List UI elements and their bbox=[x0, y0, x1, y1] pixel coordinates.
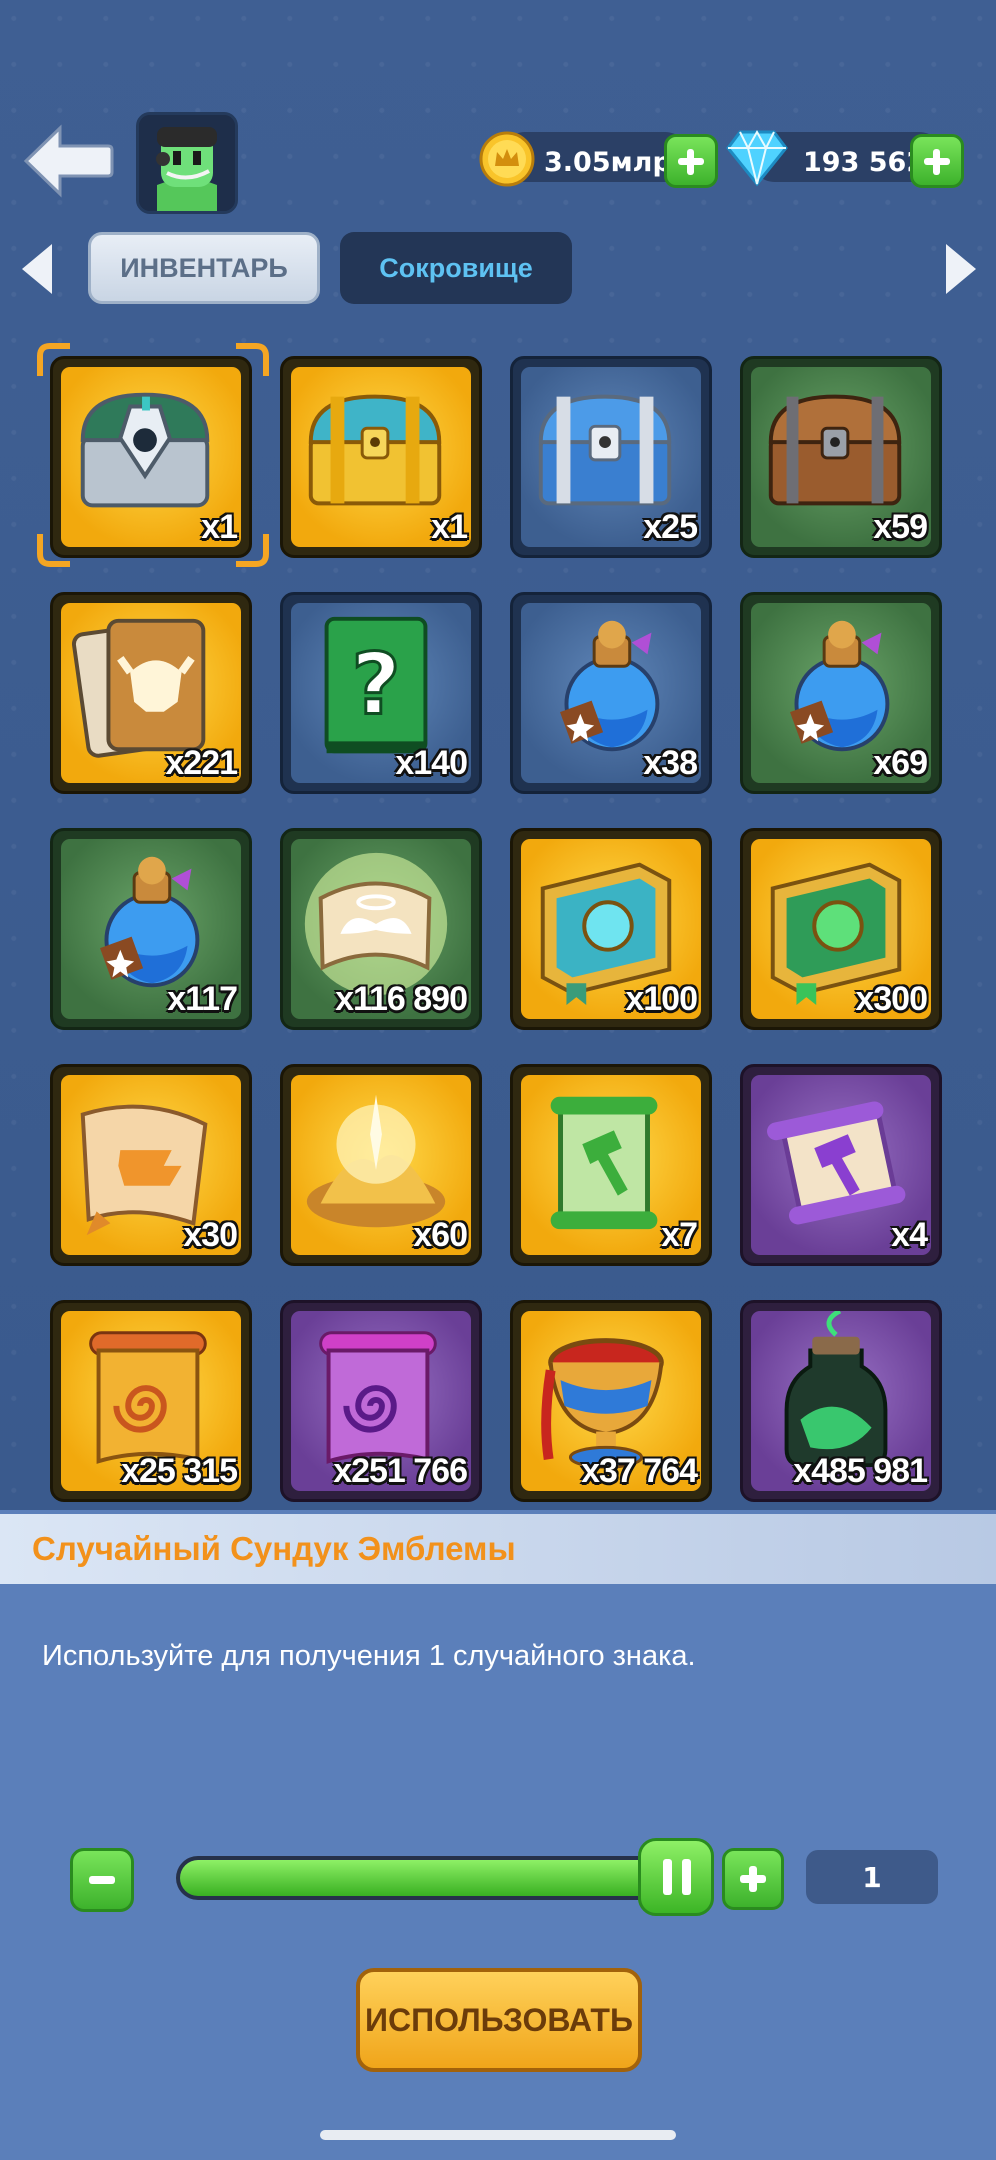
inventory-item-hammer-scroll[interactable]: x7 bbox=[510, 1064, 712, 1266]
tab-treasure[interactable]: Сокровище bbox=[340, 232, 572, 304]
inventory-item-gold-chest[interactable]: x1 bbox=[280, 356, 482, 558]
item-count: x25 315 bbox=[121, 1452, 238, 1490]
player-avatar[interactable] bbox=[136, 112, 238, 214]
item-count: x59 bbox=[873, 508, 928, 546]
inventory-item-forge-scroll[interactable]: x30 bbox=[50, 1064, 252, 1266]
inventory-item-hammer-scroll[interactable]: x4 bbox=[740, 1064, 942, 1266]
inventory-item-spiral-scroll[interactable]: x251 766 bbox=[280, 1300, 482, 1502]
item-count: x100 bbox=[625, 980, 698, 1018]
item-count: x140 bbox=[395, 744, 468, 782]
player-avatar-icon bbox=[139, 115, 235, 211]
item-count: x117 bbox=[167, 980, 238, 1018]
item-count: x69 bbox=[873, 744, 928, 782]
inventory-item-silver-chest[interactable]: x25 bbox=[510, 356, 712, 558]
increase-quantity-button[interactable] bbox=[722, 1848, 784, 1910]
inventory-item-spiral-scroll[interactable]: x25 315 bbox=[50, 1300, 252, 1502]
add-gold-button[interactable] bbox=[664, 134, 718, 188]
inventory-item-wooden-chest[interactable]: x59 bbox=[740, 356, 942, 558]
inventory-item-essence-bottle[interactable]: x485 981 bbox=[740, 1300, 942, 1502]
inventory-item-gold-dust[interactable]: x60 bbox=[280, 1064, 482, 1266]
quantity-slider-fill bbox=[180, 1860, 680, 1896]
item-count: x60 bbox=[413, 1216, 468, 1254]
tab-inventory[interactable]: ИНВЕНТАРЬ bbox=[88, 232, 320, 304]
inventory-item-emblem-chest[interactable]: x1 bbox=[50, 356, 252, 558]
item-count: x1 bbox=[431, 508, 468, 546]
quantity-slider-handle[interactable] bbox=[638, 1838, 714, 1916]
item-count: x251 766 bbox=[333, 1452, 468, 1490]
back-arrow-icon[interactable] bbox=[22, 122, 114, 200]
home-indicator bbox=[320, 2130, 676, 2140]
inventory-item-mystery-book[interactable]: ? x140 bbox=[280, 592, 482, 794]
details-description: Используйте для получения 1 случайного з… bbox=[42, 1640, 696, 1672]
item-count: x38 bbox=[643, 744, 698, 782]
inventory-item-ruby-goblet[interactable]: x37 764 bbox=[510, 1300, 712, 1502]
inventory-item-blue-tome[interactable]: x100 bbox=[510, 828, 712, 1030]
inventory-item-blue-potion[interactable]: x38 bbox=[510, 592, 712, 794]
item-count: x37 764 bbox=[581, 1452, 698, 1490]
inventory-item-hero-card[interactable]: x221 bbox=[50, 592, 252, 794]
item-count: x1 bbox=[201, 508, 238, 546]
item-count: x485 981 bbox=[793, 1452, 928, 1490]
item-count: x116 890 bbox=[335, 980, 468, 1018]
gem-value: 193 562 bbox=[803, 147, 926, 178]
item-count: x300 bbox=[855, 980, 928, 1018]
tab-next-arrow-icon[interactable] bbox=[938, 240, 982, 298]
crown-coin-icon bbox=[479, 131, 535, 187]
quantity-field[interactable]: 1 bbox=[806, 1850, 938, 1904]
details-title: Случайный Сундук Эмблемы bbox=[32, 1530, 516, 1567]
inventory-item-green-tome[interactable]: x300 bbox=[740, 828, 942, 1030]
inventory-item-angel-scroll[interactable]: x116 890 bbox=[280, 828, 482, 1030]
item-count: x30 bbox=[183, 1216, 238, 1254]
use-button[interactable]: ИСПОЛЬЗОВАТЬ bbox=[356, 1968, 642, 2072]
item-count: x221 bbox=[165, 744, 238, 782]
inventory-item-blue-potion[interactable]: x117 bbox=[50, 828, 252, 1030]
item-count: x7 bbox=[661, 1216, 698, 1254]
svg-text:?: ? bbox=[351, 636, 400, 735]
tab-prev-arrow-icon[interactable] bbox=[16, 240, 60, 298]
decrease-quantity-button[interactable] bbox=[70, 1848, 134, 1912]
item-count: x25 bbox=[643, 508, 698, 546]
inventory-item-blue-potion[interactable]: x69 bbox=[740, 592, 942, 794]
add-gems-button[interactable] bbox=[910, 134, 964, 188]
item-count: x4 bbox=[891, 1216, 928, 1254]
diamond-icon bbox=[726, 129, 788, 187]
